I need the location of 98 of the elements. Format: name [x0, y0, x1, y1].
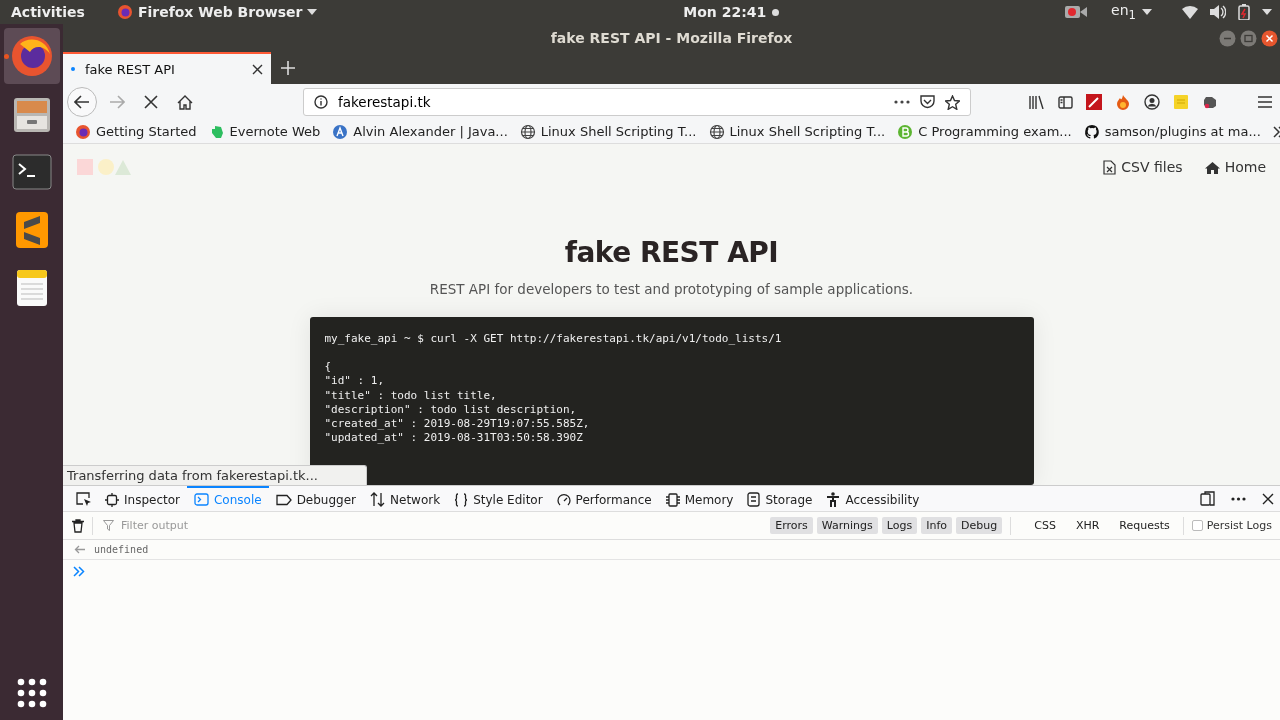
devtools-tab[interactable]: Memory — [658, 486, 741, 511]
bookmark-link[interactable]: samson/plugins at ma... — [1104, 124, 1261, 139]
notification-dot — [772, 8, 780, 16]
devtools-tab[interactable]: Performance — [549, 486, 659, 511]
window-title: fake REST API - Mozilla Firefox — [550, 30, 793, 46]
activities-button[interactable]: Activities — [11, 4, 85, 20]
devtools-tab[interactable]: Debugger — [268, 486, 364, 511]
info-icon — [314, 95, 328, 109]
user-icon[interactable] — [1144, 94, 1160, 110]
status-tooltip: Transferring data from fakerestapi.tk... — [63, 465, 367, 485]
storage-icon — [747, 492, 761, 507]
bookmark-link[interactable]: Linux Shell Scripting T... — [540, 124, 697, 139]
wand-icon[interactable] — [1086, 94, 1102, 110]
bookmark-link[interactable]: Evernote Web — [229, 124, 321, 139]
checkbox-label[interactable]: Persist Logs — [1206, 519, 1272, 532]
firefox-icon — [116, 4, 133, 20]
checkbox[interactable] — [1191, 520, 1203, 531]
filter-toggle[interactable]: Debug — [956, 517, 1003, 534]
home-icon — [1204, 160, 1220, 174]
caret-icon — [1142, 9, 1152, 15]
back-button[interactable] — [67, 87, 97, 117]
firefox-icon — [75, 123, 91, 140]
filter-toggle[interactable]: Errors — [770, 517, 813, 534]
apps-grid-icon — [16, 678, 47, 708]
devtools-tab[interactable]: Console — [187, 486, 269, 511]
bookmark-link[interactable]: Alvin Alexander | Java... — [353, 124, 508, 139]
arrows-icon — [370, 492, 386, 507]
tag-icon — [275, 493, 292, 506]
wifi-icon — [1182, 5, 1198, 19]
chip-icon — [665, 492, 680, 507]
filter-toggle[interactable]: CSS — [1029, 517, 1061, 534]
firefox-icon — [9, 34, 54, 78]
plus-icon[interactable] — [281, 61, 295, 75]
circle-icon — [332, 123, 349, 140]
caret-icon — [307, 9, 318, 15]
dock-side-icon[interactable] — [1200, 491, 1215, 506]
keyboard-layout[interactable]: en$_{1}$ — [1111, 2, 1136, 22]
page-title: fake REST API — [564, 236, 779, 269]
minimize-icon[interactable] — [1219, 30, 1236, 47]
volume-icon — [1210, 5, 1226, 19]
close-icon[interactable] — [1261, 30, 1278, 47]
filter-field[interactable]: Filter output — [119, 518, 767, 533]
devtools-tab[interactable]: Style Editor — [447, 486, 550, 511]
chevrons-icon[interactable] — [1272, 125, 1280, 138]
trash-icon[interactable] — [72, 518, 84, 533]
console-icon — [194, 493, 209, 506]
address-field[interactable]: fakerestapi.tk — [303, 88, 971, 116]
library-icon[interactable] — [1029, 95, 1045, 109]
nav-link[interactable]: Home — [1224, 159, 1266, 175]
clock[interactable]: Mon 22:41 — [683, 4, 767, 20]
nav-link[interactable]: CSV files — [1121, 159, 1183, 175]
close-icon[interactable] — [252, 63, 263, 75]
filter-toggle[interactable]: XHR — [1070, 517, 1105, 534]
globe-icon — [519, 123, 536, 140]
element-picker-icon[interactable] — [76, 490, 92, 507]
octocat-icon — [1083, 123, 1100, 140]
devtools-tab[interactable]: Network — [363, 486, 448, 511]
gauge-icon — [556, 492, 571, 507]
filter-toggle[interactable]: Warnings — [816, 517, 878, 534]
file-icon — [1103, 159, 1117, 175]
sidebar-icon[interactable] — [1058, 95, 1073, 109]
bookmark-link[interactable]: Getting Started — [96, 124, 197, 139]
app-menu[interactable]: Firefox Web Browser — [137, 4, 303, 20]
bookmark-link[interactable]: Linux Shell Scripting T... — [729, 124, 886, 139]
pocket-icon[interactable] — [920, 95, 935, 109]
menu-icon[interactable] — [1258, 96, 1272, 108]
dock-item[interactable] — [3, 28, 60, 84]
circle-icon — [897, 123, 914, 140]
close-icon[interactable] — [1262, 492, 1274, 505]
stop-icon[interactable] — [144, 95, 158, 109]
shapes-logo-icon — [77, 158, 133, 176]
more-icon[interactable] — [1231, 496, 1246, 501]
console-output: undefined — [94, 544, 149, 555]
caret-icon — [1262, 9, 1272, 15]
home-icon[interactable] — [177, 94, 193, 110]
camera-icon — [1065, 5, 1088, 19]
filter-toggle[interactable]: Logs — [881, 517, 918, 534]
globe-icon — [708, 123, 725, 140]
braces-icon — [454, 492, 469, 507]
return-arrow-icon — [74, 545, 85, 554]
star-icon[interactable] — [945, 94, 960, 110]
funnel-icon — [103, 520, 114, 531]
flame-icon[interactable] — [1115, 94, 1131, 110]
browser-tab[interactable]: fake REST API — [63, 52, 271, 84]
bookmark-link[interactable]: C Programming exam... — [918, 124, 1072, 139]
chip-icon — [105, 492, 119, 507]
battery-icon — [1238, 4, 1250, 20]
page-subtitle: REST API for developers to test and prototyping of sample applications. — [429, 281, 914, 297]
prompt-chevrons-icon — [73, 566, 85, 577]
filter-toggle[interactable]: Requests — [1114, 517, 1175, 534]
person-icon — [826, 492, 841, 507]
devtools-tab[interactable]: Accessibility — [819, 486, 927, 511]
more-icon[interactable] — [894, 100, 910, 104]
devtools-tab[interactable]: Storage — [740, 486, 820, 511]
dot-icon — [71, 67, 75, 71]
filter-toggle[interactable]: Info — [921, 517, 953, 534]
back-arrow-icon — [74, 95, 90, 109]
devtools-tab[interactable]: Inspector — [98, 486, 187, 511]
